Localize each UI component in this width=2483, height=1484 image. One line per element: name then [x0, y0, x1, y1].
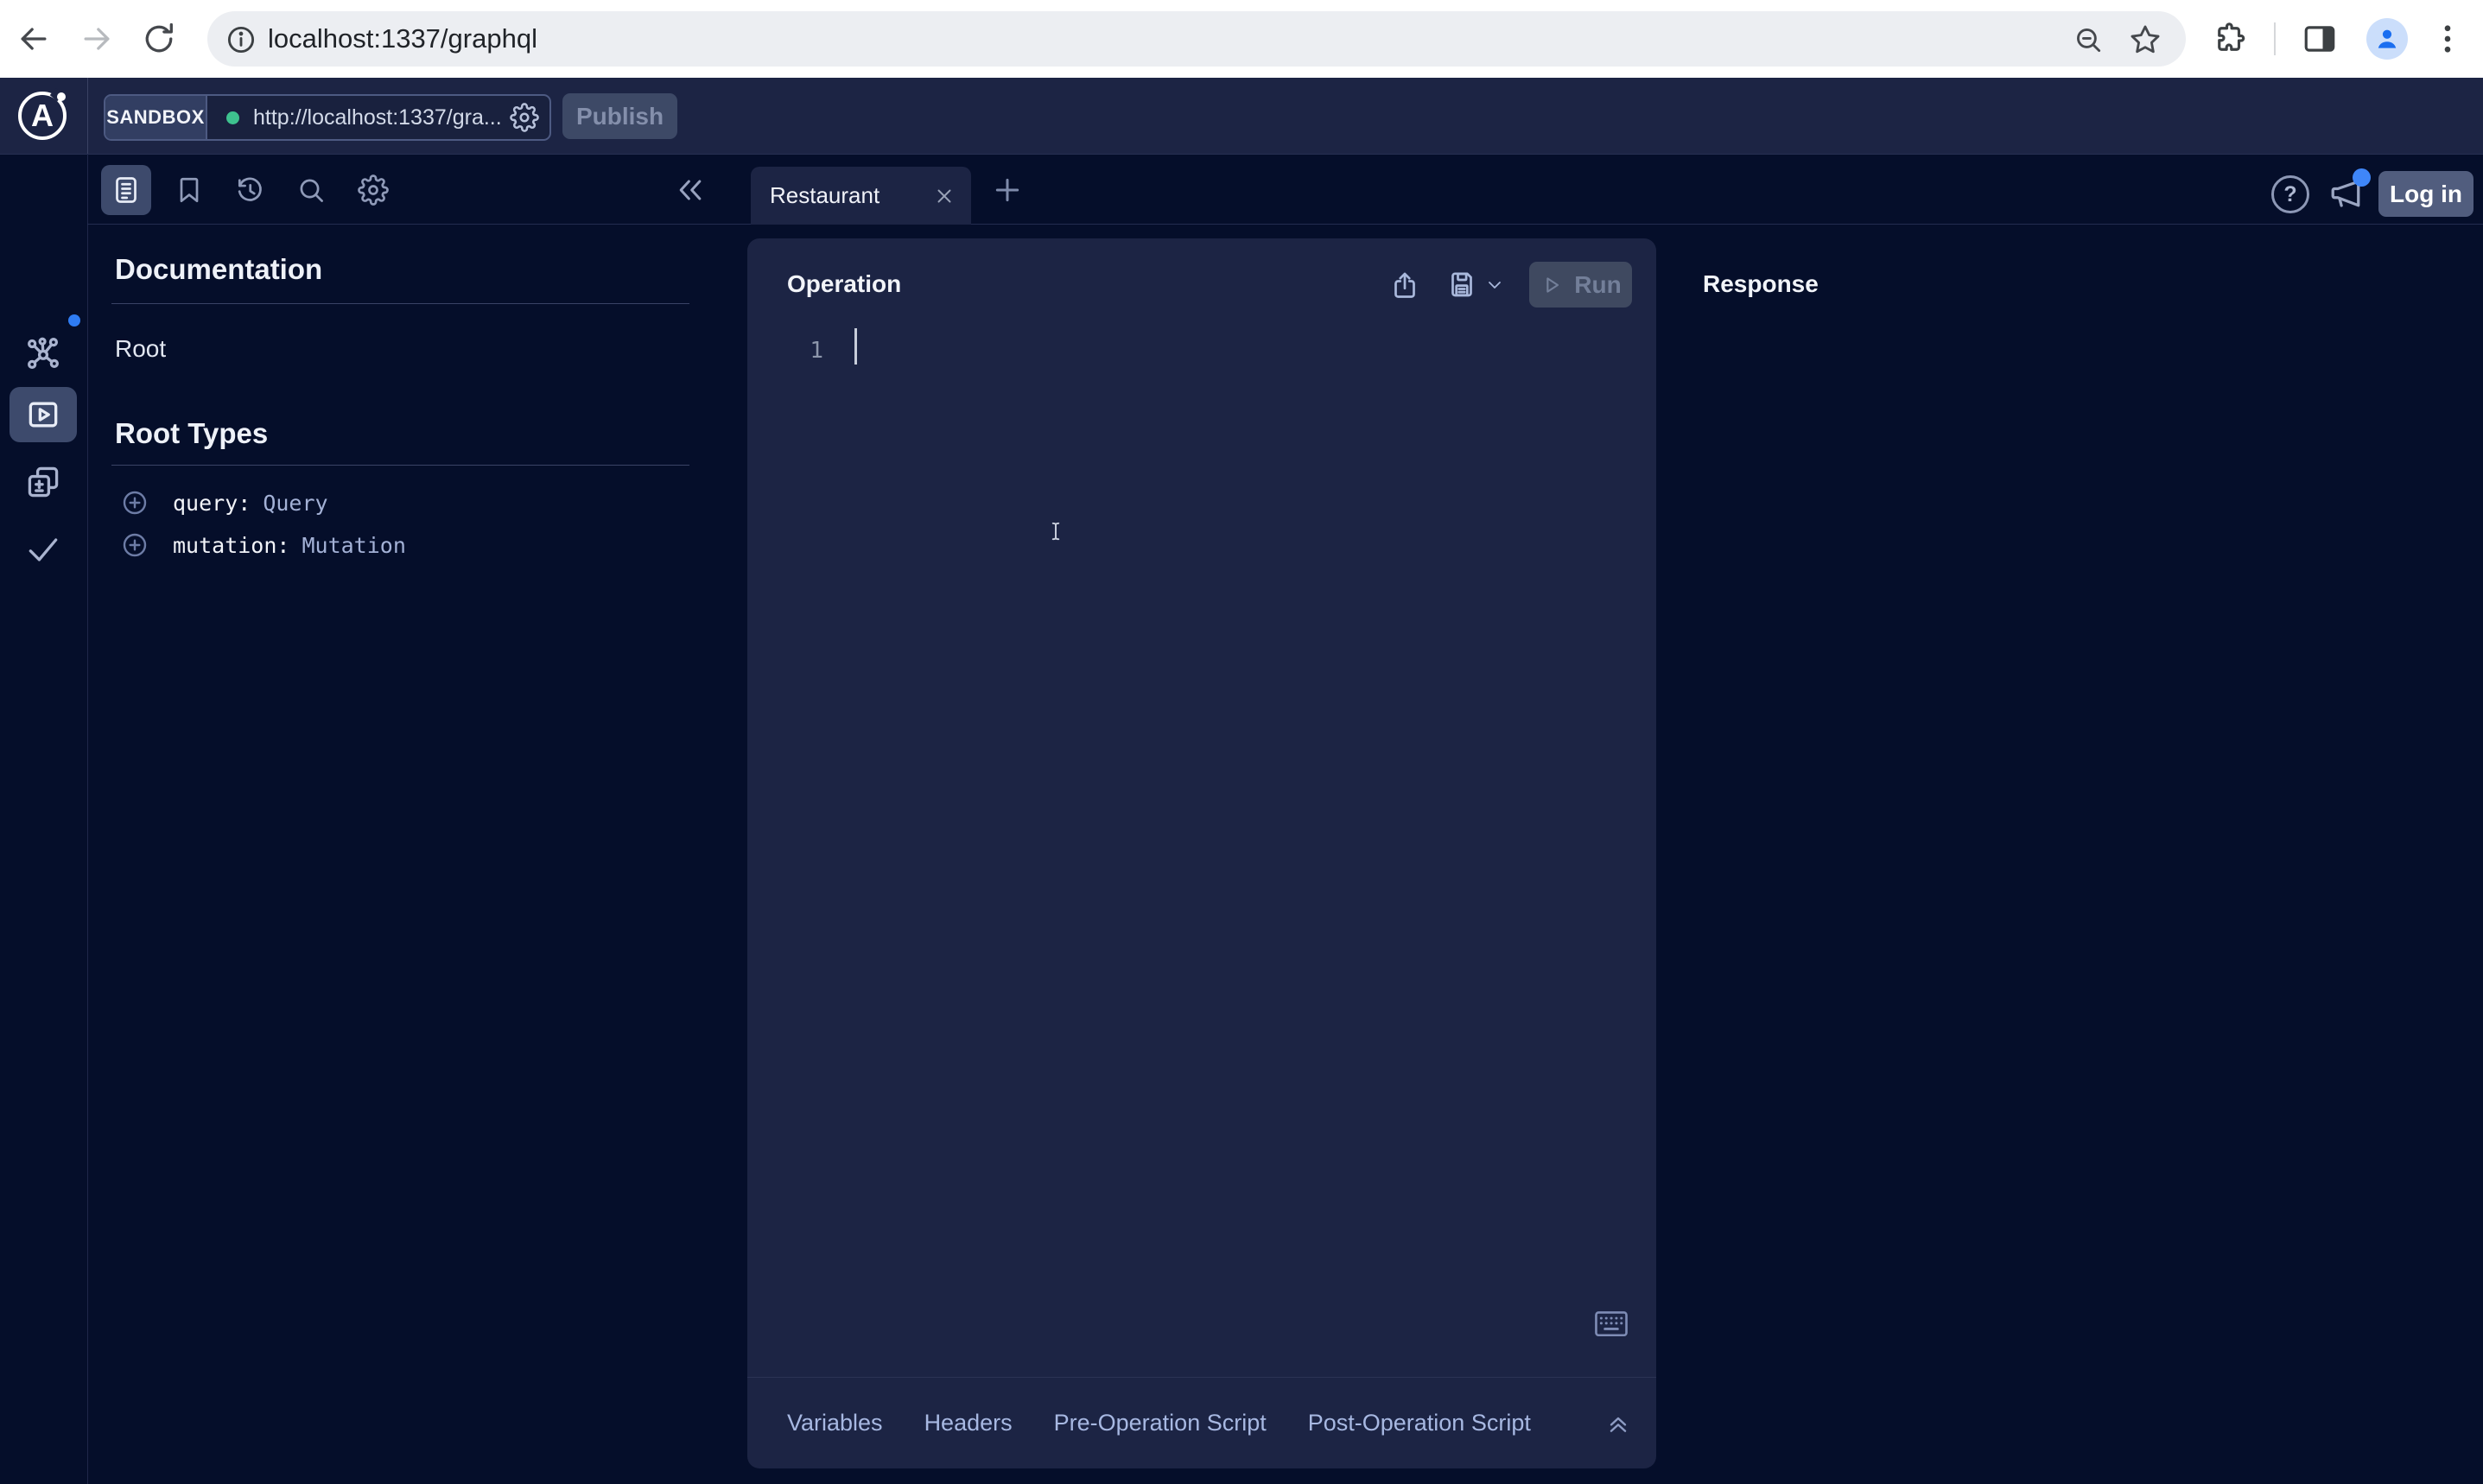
run-play-icon: [1540, 273, 1564, 297]
share-operation-icon[interactable]: [1389, 270, 1420, 301]
help-button[interactable]: ?: [2271, 175, 2309, 213]
docs-panel-title: Documentation: [115, 253, 322, 286]
response-panel-title: Response: [1703, 270, 1819, 298]
settings-tab-icon[interactable]: [358, 174, 389, 206]
operation-collections-icon[interactable]: [24, 463, 62, 501]
tab-close-icon[interactable]: [933, 185, 956, 207]
notification-dot: [2353, 168, 2371, 187]
root-types-divider: [111, 465, 689, 466]
bookmark-star-icon[interactable]: [2129, 23, 2162, 56]
field-type-link[interactable]: Query: [263, 491, 327, 516]
toolbar-bottom-line: [87, 224, 2483, 225]
address-bar-url[interactable]: localhost:1337/graphql: [268, 23, 537, 54]
run-label: Run: [1574, 271, 1621, 299]
editor-line-number: 1: [797, 338, 823, 364]
browser-toolbar: localhost:1337/graphql: [0, 0, 2483, 78]
browser-back-icon[interactable]: [15, 20, 53, 58]
apollo-sandbox-app: localhost:1337/graphql A SANDBOX: [0, 0, 2483, 1484]
docs-root-link[interactable]: Root: [115, 335, 166, 363]
tab-restaurant[interactable]: Restaurant: [751, 167, 971, 225]
field-name: query:: [173, 491, 251, 516]
schema-notification-dot: [68, 314, 80, 327]
field-type-link[interactable]: Mutation: [302, 533, 405, 558]
text-cursor-pointer: [1045, 520, 1067, 551]
endpoint-group: SANDBOX http://localhost:1337/gra...: [104, 94, 551, 141]
new-tab-icon[interactable]: [990, 173, 1025, 207]
browser-forward-icon[interactable]: [78, 20, 116, 58]
docs-divider: [111, 303, 689, 304]
keyboard-shortcuts-icon[interactable]: [1595, 1311, 1628, 1337]
browser-reload-icon[interactable]: [140, 20, 178, 58]
bookmarks-tab-icon[interactable]: [174, 174, 205, 206]
zoom-out-icon[interactable]: [2072, 23, 2105, 56]
search-tab-icon[interactable]: [295, 174, 327, 206]
collapse-docs-panel-icon[interactable]: [673, 173, 708, 207]
checks-icon[interactable]: [24, 530, 62, 568]
tab-pre-operation-script[interactable]: Pre-Operation Script: [1054, 1410, 1267, 1436]
left-nav-rail: [0, 154, 88, 1484]
tab-label: Restaurant: [770, 182, 880, 209]
operation-actions: Run: [1389, 262, 1632, 308]
operation-panel-title: Operation: [787, 270, 901, 298]
toolbar-divider: [2274, 22, 2276, 55]
collapse-footer-icon[interactable]: [1604, 1410, 1632, 1437]
save-menu-chevron-icon[interactable]: [1484, 275, 1505, 295]
connection-settings-gear-icon[interactable]: [510, 103, 539, 132]
editor-caret: [854, 328, 857, 365]
header-divider: [87, 78, 88, 154]
operation-footer-bar: Variables Headers Pre-Operation Script P…: [787, 1378, 1632, 1468]
tab-variables[interactable]: Variables: [787, 1410, 883, 1436]
endpoint-url-input[interactable]: http://localhost:1337/gra...: [253, 105, 502, 130]
sandbox-badge: SANDBOX: [105, 96, 207, 139]
extensions-icon[interactable]: [2212, 21, 2248, 57]
browser-address-bar[interactable]: localhost:1337/graphql: [207, 11, 2186, 67]
tab-post-operation-script[interactable]: Post-Operation Script: [1308, 1410, 1531, 1436]
add-field-icon[interactable]: [121, 489, 149, 517]
browser-profile-avatar[interactable]: [2366, 18, 2408, 60]
browser-menu-icon[interactable]: [2429, 21, 2466, 57]
apollo-header: A SANDBOX http://localhost:1337/gra... P…: [0, 78, 2483, 155]
side-panel-icon[interactable]: [2302, 21, 2338, 57]
login-button[interactable]: Log in: [2378, 171, 2473, 217]
root-field-query[interactable]: query: Query: [121, 484, 328, 522]
run-button[interactable]: Run: [1529, 262, 1632, 308]
site-info-icon[interactable]: [225, 23, 257, 56]
root-types-title: Root Types: [115, 417, 268, 450]
add-field-icon[interactable]: [121, 531, 149, 559]
operation-panel: Operation Run 1: [747, 238, 1656, 1468]
field-name: mutation:: [173, 533, 289, 558]
schema-graph-icon[interactable]: [24, 334, 62, 372]
documentation-tab-icon[interactable]: [111, 174, 142, 206]
help-glyph: ?: [2283, 182, 2296, 207]
tab-headers[interactable]: Headers: [924, 1410, 1013, 1436]
root-field-mutation[interactable]: mutation: Mutation: [121, 526, 406, 564]
nav-explorer-active[interactable]: [10, 387, 77, 442]
apollo-logo-letter: A: [31, 98, 54, 134]
connection-status-dot: [226, 111, 239, 124]
publish-button[interactable]: Publish: [562, 93, 677, 139]
save-operation-icon[interactable]: [1446, 270, 1477, 301]
explorer-icon: [24, 396, 62, 434]
apollo-logo[interactable]: A: [18, 92, 67, 140]
history-tab-icon[interactable]: [234, 174, 265, 206]
